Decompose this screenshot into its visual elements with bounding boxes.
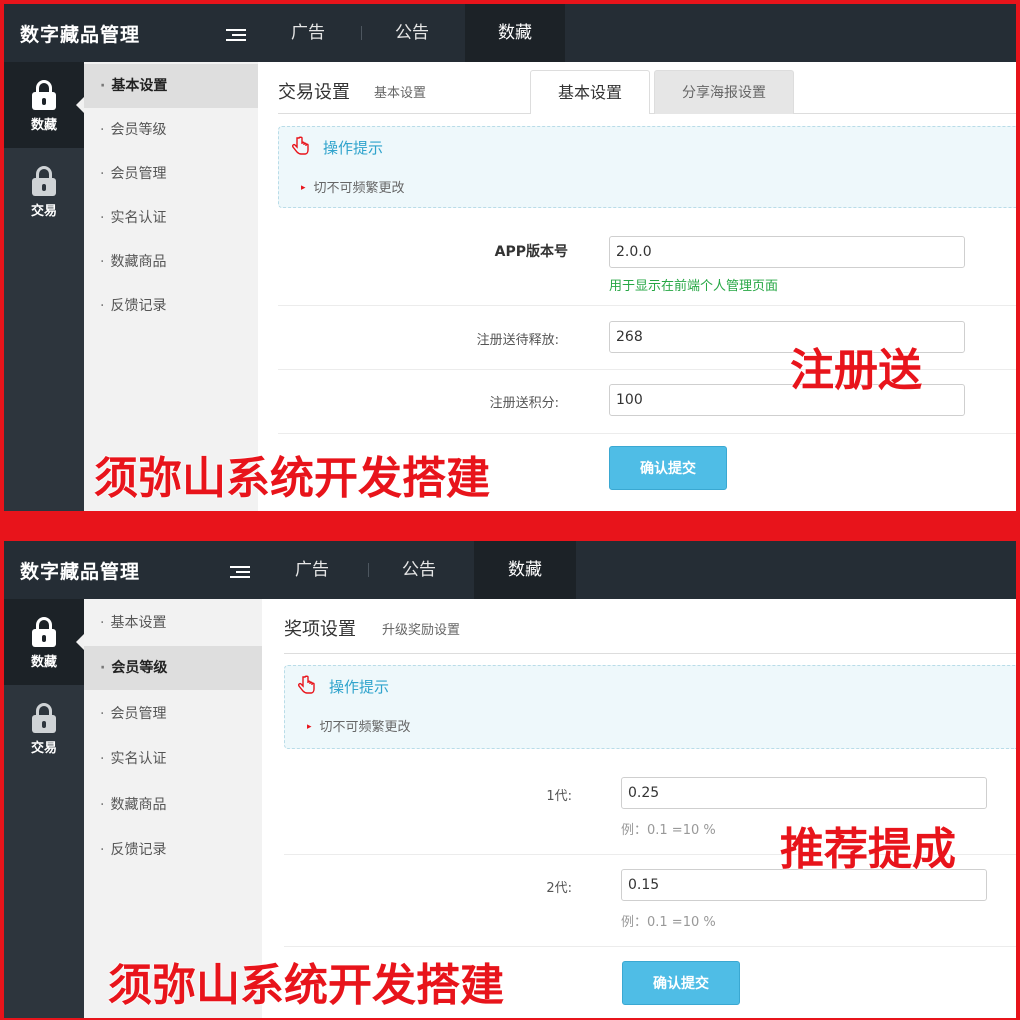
- nav-collections[interactable]: 数藏: [4, 599, 84, 685]
- tip-text: 切不可频繁更改: [301, 177, 405, 196]
- top-tab-collections[interactable]: 数藏: [474, 541, 576, 599]
- app-version-label: APP版本号: [494, 244, 568, 260]
- app-title: 数字藏品管理: [20, 561, 141, 583]
- admin-screenshot-top: 数字藏品管理 广告 公告 数藏 数藏 交易 基本设置 会员等级 会员管理 实名认…: [4, 4, 1016, 511]
- submenu-real-name[interactable]: 实名认证: [84, 737, 262, 781]
- gen2-label: 2代:: [546, 881, 572, 896]
- lock-icon: [32, 80, 56, 110]
- submenu-feedback[interactable]: 反馈记录: [84, 828, 262, 872]
- nav-trade[interactable]: 交易: [4, 148, 84, 234]
- top-tab-notice[interactable]: 公告: [362, 4, 462, 62]
- tip-title: 操作提示: [329, 678, 390, 696]
- submenu-member-level[interactable]: 会员等级: [84, 646, 262, 690]
- pointer-hand-icon: [298, 675, 315, 694]
- tab-share-poster[interactable]: 分享海报设置: [654, 70, 794, 114]
- gen1-label: 1代:: [546, 789, 572, 804]
- lock-icon: [32, 703, 56, 733]
- submenu-member-manage[interactable]: 会员管理: [84, 152, 258, 196]
- overlay-caption-referral: 推荐提成: [780, 824, 956, 875]
- tip-title: 操作提示: [323, 139, 384, 157]
- submit-button[interactable]: 确认提交: [622, 961, 740, 1005]
- nav-collections-label: 数藏: [30, 118, 57, 133]
- nav-trade-label: 交易: [30, 204, 57, 219]
- title-divider: [284, 653, 1016, 654]
- submenu-member-level[interactable]: 会员等级: [84, 108, 258, 152]
- submenu-member-manage[interactable]: 会员管理: [84, 692, 262, 736]
- gen2-hint: 例：0.1 =10 %: [621, 915, 716, 930]
- submenu-collection-goods[interactable]: 数藏商品: [84, 240, 258, 284]
- page-title: 奖项设置: [284, 619, 356, 640]
- register-pending-label: 注册送待释放:: [476, 333, 559, 348]
- menu-toggle-icon[interactable]: [230, 566, 250, 580]
- submenu-collection-goods[interactable]: 数藏商品: [84, 783, 262, 827]
- top-navbar: 数字藏品管理 广告 公告 数藏: [4, 4, 1016, 62]
- page-title: 交易设置: [278, 82, 350, 103]
- page-subtitle: 升级奖励设置: [382, 623, 461, 638]
- gen1-hint: 例：0.1 =10 %: [621, 823, 716, 838]
- top-navbar: 数字藏品管理 广告 公告 数藏: [4, 541, 1016, 599]
- submenu-real-name[interactable]: 实名认证: [84, 196, 258, 240]
- submit-button[interactable]: 确认提交: [609, 446, 727, 490]
- admin-screenshot-bottom: 数字藏品管理 广告 公告 数藏 数藏 交易 基本设置 会员等级 会员管理 实名认…: [4, 541, 1016, 1018]
- top-tab-ads[interactable]: 广告: [258, 4, 358, 62]
- form-row-app-version: APP版本号 2.0.0 用于显示在前端个人管理页面: [278, 220, 1016, 306]
- nav-collections-label: 数藏: [30, 655, 57, 670]
- tab-basic-settings[interactable]: 基本设置: [530, 70, 650, 114]
- app-version-hint: 用于显示在前端个人管理页面: [609, 279, 779, 294]
- nav-collections[interactable]: 数藏: [4, 62, 84, 148]
- app-version-input[interactable]: 2.0.0: [609, 236, 965, 268]
- page-subtitle: 基本设置: [374, 86, 427, 101]
- overlay-caption-register: 注册送: [790, 345, 922, 396]
- lock-icon: [32, 166, 56, 196]
- register-points-label: 注册送积分:: [489, 396, 559, 411]
- left-icon-nav: 数藏 交易: [4, 62, 84, 511]
- lock-icon: [32, 617, 56, 647]
- submenu-feedback[interactable]: 反馈记录: [84, 284, 258, 328]
- top-tab-ads[interactable]: 广告: [262, 541, 362, 599]
- tip-box: 操作提示 切不可频繁更改: [284, 665, 1016, 749]
- submenu-basic-settings[interactable]: 基本设置: [84, 601, 262, 645]
- tip-box: 操作提示 切不可频繁更改: [278, 126, 1016, 208]
- overlay-caption-watermark: 须弥山系统开发搭建: [94, 453, 490, 504]
- top-tab-collections[interactable]: 数藏: [465, 4, 565, 62]
- submenu-basic-settings[interactable]: 基本设置: [84, 64, 258, 108]
- pointer-hand-icon: [292, 136, 309, 155]
- tip-text: 切不可频繁更改: [307, 716, 411, 735]
- nav-trade-label: 交易: [30, 741, 57, 756]
- menu-toggle-icon[interactable]: [226, 29, 246, 43]
- left-icon-nav: 数藏 交易: [4, 599, 84, 1018]
- overlay-caption-watermark: 须弥山系统开发搭建: [108, 960, 504, 1011]
- nav-trade[interactable]: 交易: [4, 685, 84, 771]
- gen1-input[interactable]: 0.25: [621, 777, 987, 809]
- top-tab-notice[interactable]: 公告: [369, 541, 469, 599]
- app-title: 数字藏品管理: [20, 24, 141, 46]
